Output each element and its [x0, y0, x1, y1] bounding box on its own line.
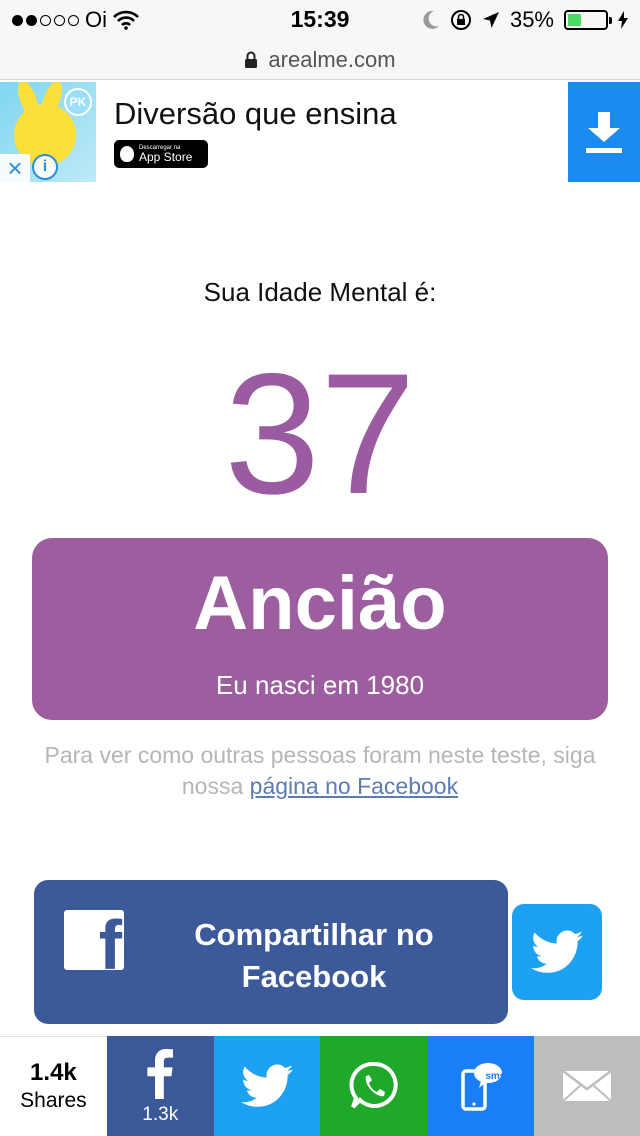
result-label: Sua Idade Mental é: — [203, 277, 437, 307]
app-store-badge[interactable]: Descarregar na App Store — [114, 140, 208, 168]
facebook-f-icon — [147, 1049, 174, 1099]
share-bar-email-button[interactable] — [534, 1036, 640, 1136]
ad-pk-logo: PK — [64, 88, 92, 116]
share-bar-whatsapp-button[interactable] — [320, 1036, 428, 1136]
location-icon — [482, 12, 499, 28]
info-icon[interactable]: i — [32, 154, 58, 180]
share-count-value: 1.4k — [30, 1059, 77, 1086]
twitter-share-button[interactable] — [512, 904, 602, 1000]
share-count-label: Shares — [20, 1089, 87, 1112]
facebook-share-label: Compartilhar no Facebook — [194, 917, 434, 994]
charging-icon — [618, 11, 628, 29]
facebook-note: Para ver como outras pessoas foram neste… — [20, 740, 620, 802]
result-subtitle: Eu nasci em 1980 — [215, 670, 425, 700]
facebook-share-button[interactable]: f Compartilhar no Facebook — [34, 880, 508, 1024]
share-bar-facebook-button[interactable]: 1.3k — [106, 1036, 214, 1136]
share-bar-twitter-button[interactable] — [213, 1036, 321, 1136]
ad-download-button[interactable] — [568, 82, 640, 182]
status-indicators: 35% — [422, 7, 628, 33]
result-card: Ancião Eu nasci em 1980 — [32, 538, 608, 720]
facebook-share-count: 1.3k — [142, 1104, 179, 1125]
badge-big-text: App Store — [139, 150, 193, 164]
whatsapp-icon — [349, 1061, 398, 1109]
share-bar-sms-button[interactable]: sms — [427, 1036, 535, 1136]
twitter-icon — [531, 930, 583, 973]
status-bar: Oi 15:39 35% — [0, 0, 640, 40]
url-domain: arealme.com — [268, 46, 396, 72]
facebook-icon: f — [64, 910, 124, 970]
address-bar[interactable]: arealme.com — [0, 40, 640, 80]
ad-headline[interactable]: Diversão que ensina — [114, 96, 397, 132]
sms-label: sms — [485, 1071, 506, 1082]
lock-icon — [245, 51, 258, 68]
close-icon[interactable]: × — [0, 153, 30, 182]
ad-app-image[interactable]: PK × i — [0, 82, 96, 182]
ad-banner[interactable]: PK × i Diversão que ensina Descarregar n… — [0, 82, 640, 182]
sms-icon — [460, 1063, 502, 1111]
battery-icon — [564, 10, 612, 30]
share-bar: 1.4k Shares 1.3k sms — [0, 1036, 640, 1136]
battery-percent: 35% — [509, 7, 554, 32]
moon-icon — [423, 10, 439, 29]
email-icon — [562, 1070, 612, 1102]
battery-level — [568, 14, 581, 26]
facebook-page-link[interactable]: página no Facebook — [250, 773, 458, 799]
apple-icon — [120, 146, 134, 162]
result-title: Ancião — [193, 561, 447, 646]
mental-age-value: 37 — [224, 338, 416, 530]
download-icon — [586, 112, 622, 153]
share-counter: 1.4k Shares — [0, 1036, 107, 1136]
twitter-icon — [241, 1064, 294, 1107]
rotation-lock-icon — [450, 10, 471, 30]
